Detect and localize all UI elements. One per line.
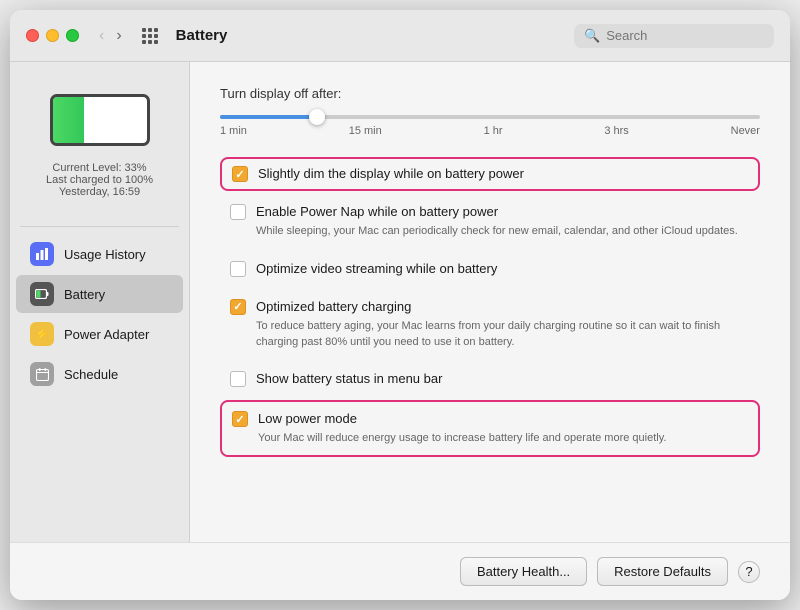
option-optimized-charging: Optimized battery charging To reduce bat… [220, 290, 760, 358]
slider-fill [220, 115, 317, 119]
charged-label: Last charged to 100% [46, 174, 153, 186]
sidebar-item-battery[interactable]: Battery [16, 275, 183, 313]
right-panel: Turn display off after: 1 min 15 min 1 h… [190, 62, 790, 542]
battery-visual: Current Level: 33% Last charged to 100% … [10, 78, 189, 218]
sidebar-item-label-usage-history: Usage History [64, 247, 146, 262]
battery-fill [53, 97, 84, 143]
power-nap-checkbox-area [230, 204, 246, 220]
search-icon: 🔍 [584, 28, 600, 44]
grid-icon[interactable] [142, 28, 158, 44]
video-streaming-title: Optimize video streaming while on batter… [256, 260, 750, 278]
display-off-slider-section: 1 min 15 min 1 hr 3 hrs Never [220, 115, 760, 137]
slider-label-3hrs: 3 hrs [604, 125, 628, 137]
help-button[interactable]: ? [738, 561, 760, 583]
battery-sidebar-icon [30, 282, 54, 306]
option-menu-bar: Show battery status in menu bar [220, 362, 760, 396]
power-nap-description: While sleeping, your Mac can periodicall… [256, 224, 750, 239]
video-streaming-text: Optimize video streaming while on batter… [256, 260, 750, 278]
minimize-button[interactable] [46, 29, 59, 42]
power-adapter-icon: ⚡ [30, 322, 54, 346]
close-button[interactable] [26, 29, 39, 42]
restore-defaults-button[interactable]: Restore Defaults [597, 557, 728, 586]
dim-display-text: Slightly dim the display while on batter… [258, 165, 748, 183]
maximize-button[interactable] [66, 29, 79, 42]
slider-label-1min: 1 min [220, 125, 247, 137]
bottom-bar: Battery Health... Restore Defaults ? [10, 542, 790, 600]
optimized-charging-checkbox[interactable] [230, 299, 246, 315]
dim-display-title: Slightly dim the display while on batter… [258, 165, 748, 183]
back-button[interactable]: ‹ [95, 25, 108, 47]
main-content: Current Level: 33% Last charged to 100% … [10, 62, 790, 542]
slider-label-1hr: 1 hr [484, 125, 503, 137]
slider-track [220, 115, 760, 119]
sidebar-item-label-battery: Battery [64, 287, 105, 302]
sidebar-item-schedule[interactable]: Schedule [16, 355, 183, 393]
nav-arrows: ‹ › [95, 25, 126, 47]
option-low-power: Low power mode Your Mac will reduce ener… [220, 400, 760, 457]
dim-display-checkbox[interactable] [232, 166, 248, 182]
optimized-charging-title: Optimized battery charging [256, 298, 750, 316]
option-power-nap: Enable Power Nap while on battery power … [220, 195, 760, 248]
battery-health-button[interactable]: Battery Health... [460, 557, 587, 586]
low-power-text: Low power mode Your Mac will reduce ener… [258, 410, 748, 447]
slider-labels: 1 min 15 min 1 hr 3 hrs Never [220, 125, 760, 137]
power-nap-checkbox[interactable] [230, 204, 246, 220]
optimized-charging-text: Optimized battery charging To reduce bat… [256, 298, 750, 350]
search-input[interactable] [606, 28, 756, 43]
display-off-slider[interactable] [220, 115, 760, 119]
low-power-checkbox[interactable] [232, 411, 248, 427]
low-power-title: Low power mode [258, 410, 748, 428]
sidebar-item-label-schedule: Schedule [64, 367, 118, 382]
window-title: Battery [176, 27, 562, 44]
slider-label-never: Never [731, 125, 760, 137]
low-power-checkbox-area [232, 411, 248, 427]
power-nap-title: Enable Power Nap while on battery power [256, 203, 750, 221]
menu-bar-checkbox[interactable] [230, 371, 246, 387]
power-nap-text: Enable Power Nap while on battery power … [256, 203, 750, 240]
optimized-charging-description: To reduce battery aging, your Mac learns… [256, 319, 750, 350]
low-power-description: Your Mac will reduce energy usage to inc… [258, 431, 748, 446]
forward-button[interactable]: › [112, 25, 125, 47]
menu-bar-title: Show battery status in menu bar [256, 370, 750, 388]
slider-label-15min: 15 min [349, 125, 382, 137]
slider-thumb[interactable] [309, 109, 325, 125]
sidebar-divider [20, 226, 179, 227]
option-dim-display: Slightly dim the display while on batter… [220, 157, 760, 191]
current-level-label: Current Level: 33% [52, 162, 146, 174]
date-label: Yesterday, 16:59 [59, 186, 140, 198]
usage-history-icon [30, 242, 54, 266]
video-streaming-checkbox[interactable] [230, 261, 246, 277]
sidebar: Current Level: 33% Last charged to 100% … [10, 62, 190, 542]
option-video-streaming: Optimize video streaming while on batter… [220, 252, 760, 286]
sidebar-item-label-power-adapter: Power Adapter [64, 327, 149, 342]
sidebar-item-power-adapter[interactable]: ⚡ Power Adapter [16, 315, 183, 353]
sidebar-item-usage-history[interactable]: Usage History [16, 235, 183, 273]
search-box[interactable]: 🔍 [574, 24, 774, 48]
menu-bar-text: Show battery status in menu bar [256, 370, 750, 388]
video-streaming-checkbox-area [230, 261, 246, 277]
titlebar: ‹ › Battery 🔍 [10, 10, 790, 62]
menu-bar-checkbox-area [230, 371, 246, 387]
dim-display-checkbox-area [232, 166, 248, 182]
system-preferences-window: ‹ › Battery 🔍 Current [10, 10, 790, 600]
optimized-charging-checkbox-area [230, 299, 246, 315]
display-off-label: Turn display off after: [220, 86, 760, 101]
battery-icon [50, 94, 150, 146]
schedule-icon [30, 362, 54, 386]
traffic-lights [26, 29, 79, 42]
